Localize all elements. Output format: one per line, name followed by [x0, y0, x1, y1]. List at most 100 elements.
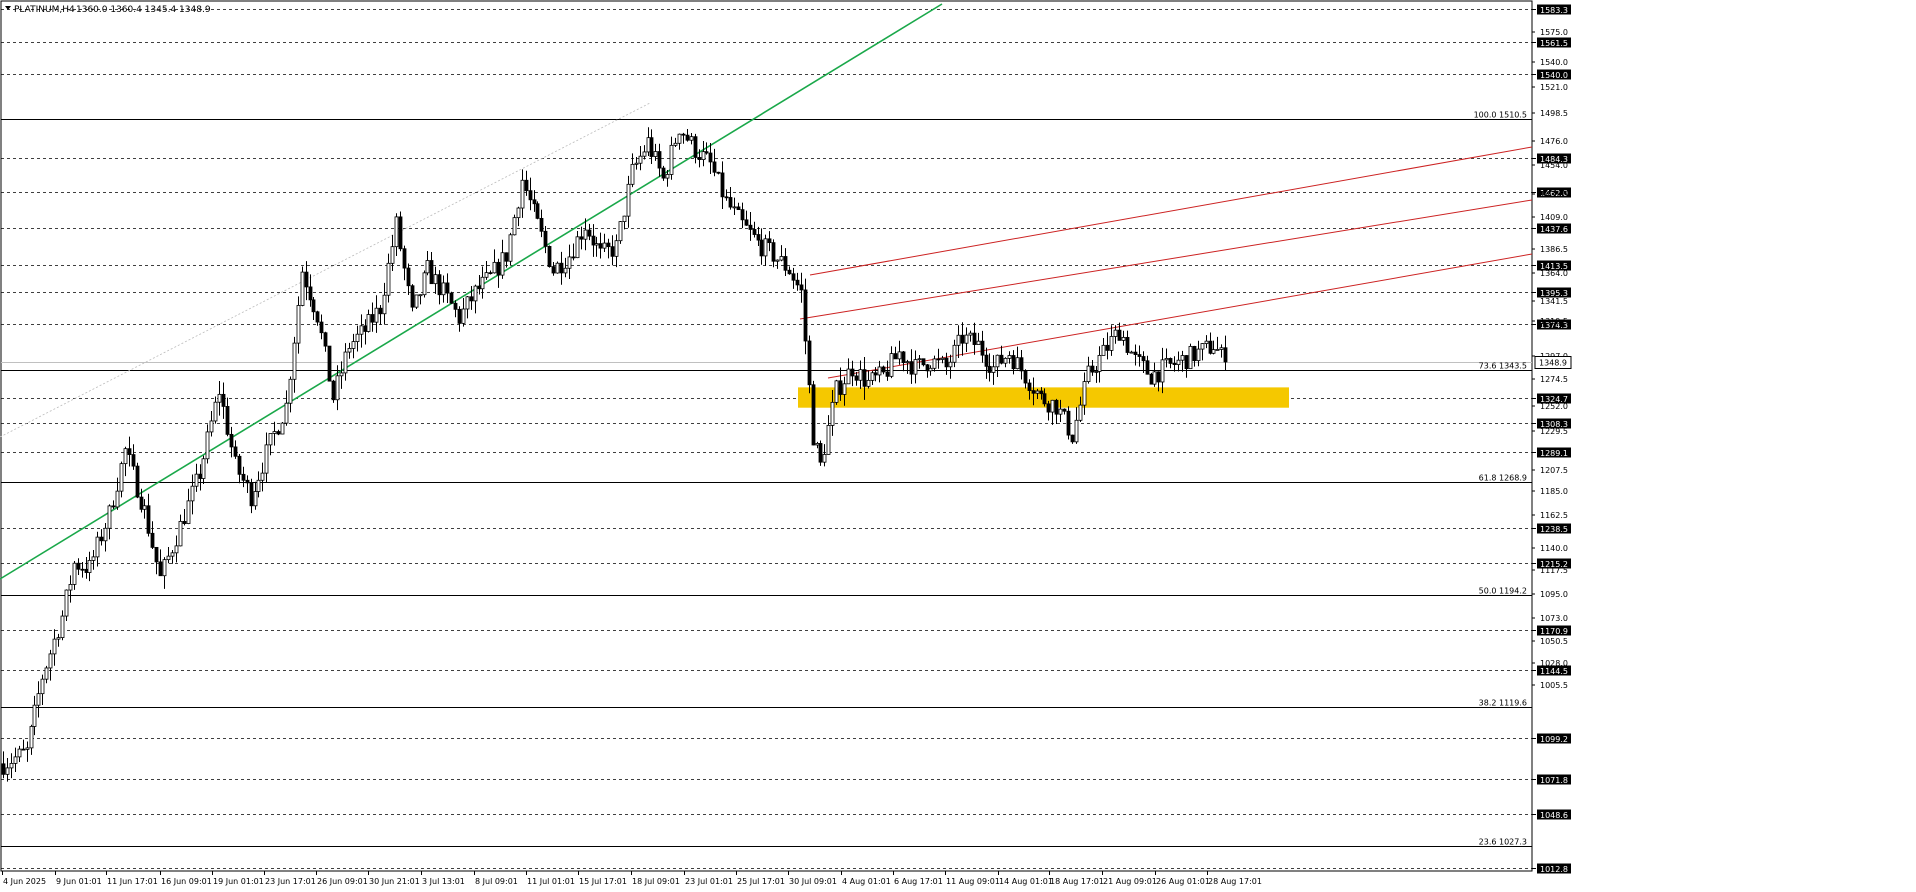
- candle-body: [508, 234, 513, 262]
- candle-body: [602, 242, 607, 249]
- price-level-label: 1048.6: [1540, 811, 1568, 820]
- candle-body: [677, 133, 682, 144]
- y-axis-tick-label: 1521.0: [1540, 83, 1568, 92]
- candle-body: [84, 568, 89, 573]
- candle-body: [343, 351, 348, 374]
- candle-body: [984, 354, 989, 367]
- candle: [1149, 372, 1154, 385]
- candle-body: [1054, 399, 1059, 415]
- candle-body: [905, 361, 910, 364]
- x-axis-tick-label: 11 Jul 01:01: [527, 877, 575, 886]
- candle-body: [936, 358, 941, 361]
- candle-body: [32, 704, 37, 727]
- candle: [280, 421, 285, 435]
- candle-body: [142, 505, 147, 510]
- candle-body: [626, 183, 631, 217]
- x-axis-tick-label: 16 Jun 09:01: [161, 877, 212, 886]
- y-axis-tick-label: 1386.5: [1540, 245, 1568, 254]
- candle-body: [488, 272, 493, 275]
- candle-body: [292, 342, 297, 380]
- candle-body: [669, 144, 674, 175]
- candle-body: [249, 482, 254, 507]
- candle-body: [1180, 355, 1185, 361]
- candle-body: [237, 455, 242, 475]
- candle-body: [217, 393, 222, 403]
- candle-body: [587, 229, 592, 237]
- y-axis-tick-label: 1162.5: [1540, 511, 1568, 520]
- fib-level-label: 100.0 1510.5: [1474, 111, 1527, 120]
- candle-body: [504, 252, 509, 262]
- candle: [398, 211, 403, 252]
- candle-body: [492, 261, 497, 274]
- candle-body: [1046, 403, 1051, 413]
- y-axis-tick-label: 1431.5: [1540, 190, 1568, 199]
- x-axis-tick-label: 8 Jul 09:01: [475, 877, 518, 886]
- candle-body: [854, 375, 859, 381]
- candle-body: [241, 473, 246, 481]
- candle-body: [956, 334, 961, 346]
- candle-body: [1172, 363, 1177, 366]
- candle-body: [496, 261, 501, 276]
- candle-body: [115, 490, 120, 508]
- y-axis-tick-label: 1185.0: [1540, 487, 1568, 496]
- candle-body: [304, 271, 309, 288]
- candle-body: [327, 345, 332, 382]
- candle-body: [264, 444, 269, 474]
- candle-body: [1223, 347, 1228, 363]
- x-axis-tick-label: 21 Aug 09:01: [1103, 877, 1157, 886]
- candle-body: [732, 206, 737, 209]
- candle-body: [842, 383, 847, 395]
- candle-body: [712, 161, 717, 173]
- candle-body: [390, 246, 395, 264]
- candle-body: [594, 243, 599, 246]
- candle-body: [649, 137, 654, 157]
- candle-body: [52, 638, 57, 655]
- candle-body: [925, 364, 930, 372]
- candle: [1188, 343, 1193, 370]
- candle-body: [351, 341, 356, 349]
- candle-body: [1082, 381, 1087, 406]
- fib-level-label: 73.6 1343.5: [1479, 362, 1527, 371]
- candle-body: [575, 236, 580, 259]
- price-level-label: 1583.3: [1540, 6, 1568, 15]
- fib-level-label: 23.6 1027.3: [1479, 838, 1527, 847]
- candle-body: [532, 199, 537, 205]
- candle-body: [21, 748, 26, 751]
- candle-body: [60, 615, 65, 638]
- candle-body: [1121, 336, 1126, 341]
- candle-body: [642, 151, 647, 157]
- candle-body: [744, 219, 749, 226]
- price-chart[interactable]: 100.0 1510.5 73.6 1343.5 61.8 1268.9 50.0 1…: [0, 0, 1916, 888]
- candle-body: [543, 230, 548, 247]
- candle-body: [1062, 408, 1067, 412]
- candle-body: [64, 589, 69, 617]
- candle-body: [1184, 355, 1189, 370]
- candle-body: [646, 137, 651, 153]
- y-axis-tick-label: 1073.0: [1540, 614, 1568, 623]
- candle: [327, 345, 332, 382]
- y-axis-tick-label: 1575.0: [1540, 28, 1568, 37]
- candle-body: [771, 242, 776, 262]
- candle-body: [944, 357, 949, 368]
- candle-body: [991, 366, 996, 373]
- candle-body: [425, 260, 430, 274]
- candle-body: [402, 248, 407, 269]
- candle-body: [201, 458, 206, 479]
- candle: [135, 462, 140, 499]
- candle-body: [465, 296, 470, 310]
- candle-body: [1066, 410, 1071, 436]
- candle-body: [308, 286, 313, 301]
- candle-body: [1141, 356, 1146, 362]
- candle-body: [877, 366, 882, 376]
- candle-body: [697, 157, 702, 160]
- candle-body: [980, 340, 985, 356]
- candle-body: [1019, 357, 1024, 372]
- candle-body: [1113, 329, 1118, 337]
- candle-body: [233, 446, 238, 457]
- candle-body: [461, 308, 466, 324]
- x-axis-tick-label: 26 Aug 01:01: [1156, 877, 1210, 886]
- candle-body: [987, 365, 992, 373]
- candle-body: [763, 238, 768, 257]
- candle-body: [559, 262, 564, 274]
- candle-body: [91, 556, 96, 561]
